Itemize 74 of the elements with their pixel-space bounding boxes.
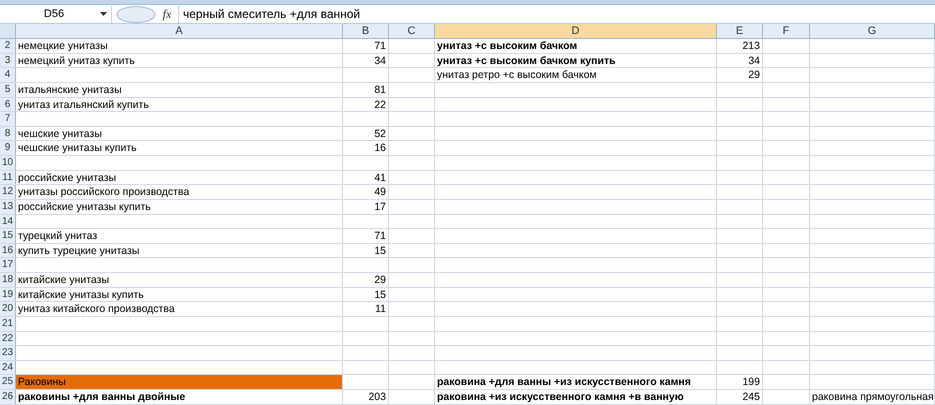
table-cell: 71 <box>343 39 389 53</box>
row-header[interactable]: 13 <box>0 200 16 214</box>
row-header[interactable]: 18 <box>0 273 16 287</box>
row-header[interactable]: 17 <box>0 258 16 272</box>
table-cell: Раковины <box>16 375 343 389</box>
table-cell: итальянские унитазы <box>16 82 343 96</box>
row-header[interactable]: 5 <box>0 82 16 96</box>
table-cell: раковина прямоугольная <box>810 390 935 404</box>
table-cell: 16 <box>343 141 389 155</box>
row-header[interactable]: 12 <box>0 185 16 199</box>
table-cell: китайские унитазы купить <box>16 288 343 302</box>
table-cell: 29 <box>343 273 389 287</box>
row-header[interactable]: 14 <box>0 214 16 228</box>
table-cell: купить турецкие унитазы <box>16 244 343 258</box>
table-cell: унитаз китайского производства <box>16 302 343 316</box>
function-label[interactable]: fx <box>156 5 178 23</box>
row-header[interactable]: 3 <box>0 54 16 68</box>
table-cell: немецкий унитаз купить <box>16 54 343 68</box>
row-header[interactable]: 9 <box>0 141 16 155</box>
row-header[interactable]: 11 <box>0 170 16 184</box>
select-all-corner[interactable] <box>0 24 16 38</box>
row-header[interactable]: 22 <box>0 332 16 346</box>
row-header[interactable]: 10 <box>0 156 16 170</box>
table-cell: турецкий унитаз <box>16 229 343 243</box>
table-cell: 49 <box>343 185 389 199</box>
table-cell: 203 <box>343 390 389 404</box>
table-cell: унитаз ретро +с высоким бачком <box>435 68 717 82</box>
table-cell: российские унитазы <box>16 170 343 184</box>
row-header[interactable]: 25 <box>0 375 16 389</box>
table-cell: 15 <box>343 244 389 258</box>
row-header[interactable]: 8 <box>0 126 16 140</box>
name-box[interactable]: D56 <box>0 6 112 22</box>
table-cell: немецкие унитазы <box>16 39 343 53</box>
table-cell: чешские унитазы <box>16 126 343 140</box>
table-cell: 11 <box>343 302 389 316</box>
table-cell: унитаз +с высоким бачком <box>435 39 717 53</box>
table-cell: 34 <box>343 54 389 68</box>
row-header[interactable]: 15 <box>0 229 16 243</box>
circle-button-icon[interactable] <box>116 6 156 22</box>
table-cell: 245 <box>717 390 763 404</box>
row-header[interactable]: 7 <box>0 112 16 126</box>
table-cell: раковина +из искусственного камня +в ванную <box>435 390 717 404</box>
table-cell: российские унитазы купить <box>16 200 343 214</box>
table-cell: унитазы российского производства <box>16 185 343 199</box>
row-header[interactable]: 16 <box>0 244 16 258</box>
table-cell: китайские унитазы <box>16 273 343 287</box>
table-cell: 71 <box>343 229 389 243</box>
row-header[interactable]: 2 <box>0 39 16 53</box>
caret-icon[interactable] <box>100 12 107 16</box>
table-cell: 81 <box>343 82 389 96</box>
table-cell: 52 <box>343 126 389 140</box>
row-header[interactable]: 24 <box>0 360 16 374</box>
row-header[interactable]: 20 <box>0 302 16 316</box>
table-cell: 41 <box>343 170 389 184</box>
row-header[interactable]: 21 <box>0 316 16 330</box>
row-header[interactable]: 4 <box>0 68 16 82</box>
column-header[interactable]: D <box>435 24 717 38</box>
table-cell: 199 <box>717 375 763 389</box>
row-header[interactable]: 6 <box>0 98 16 112</box>
table-cell: чешские унитазы купить <box>16 141 343 155</box>
table-cell: унитаз +с высоким бачком купить <box>435 54 717 68</box>
formula-field[interactable]: черный смеситель +для ванной <box>178 6 935 22</box>
table-cell: 29 <box>717 68 763 82</box>
table-cell: 34 <box>717 54 763 68</box>
table-cell: 17 <box>343 200 389 214</box>
table-cell: 22 <box>343 98 389 112</box>
table-cell: раковины +для ванны двойные <box>16 390 343 404</box>
table-cell: раковина +для ванны +из искусственного камня <box>435 375 717 389</box>
table-cell: унитаз итальянский купить <box>16 98 343 112</box>
table-cell: 15 <box>343 288 389 302</box>
row-header[interactable]: 19 <box>0 288 16 302</box>
table-cell: 213 <box>717 39 763 53</box>
row-header[interactable]: 26 <box>0 390 16 404</box>
row-header[interactable]: 23 <box>0 346 16 360</box>
